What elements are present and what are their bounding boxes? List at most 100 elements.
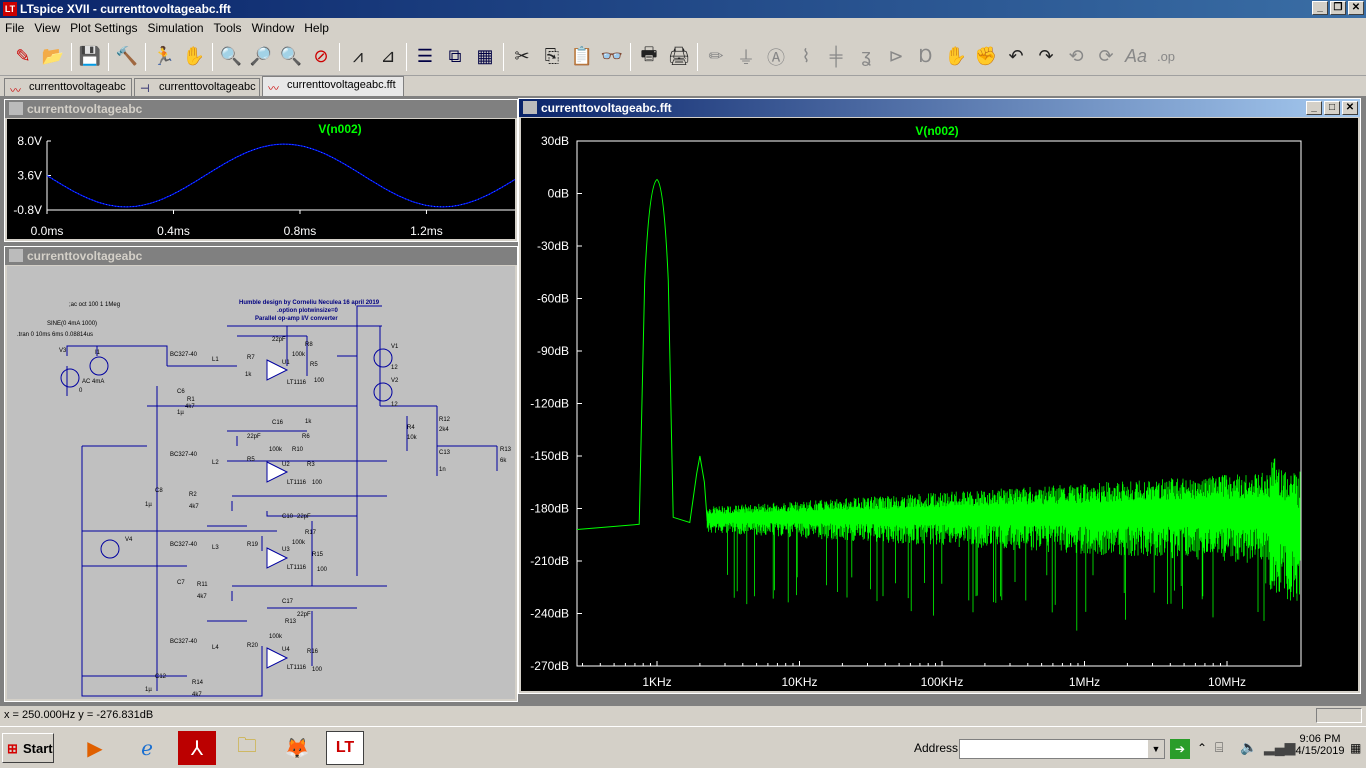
svg-text:R10: R10 — [292, 447, 304, 453]
ltspice-taskbar-icon[interactable]: LT — [326, 731, 364, 765]
zoom-out-icon[interactable]: 🔍 — [276, 42, 306, 72]
fft-trace-noise[interactable] — [706, 458, 1301, 631]
firefox-icon[interactable]: 🦊 — [278, 731, 316, 765]
svg-text:4k7: 4k7 — [192, 692, 202, 698]
paste-icon[interactable]: 📋 — [567, 42, 597, 72]
undo-icon[interactable]: ↶ — [1001, 42, 1031, 72]
copy-icon[interactable]: ⎘ — [537, 42, 567, 72]
clock[interactable]: 9:06 PM 4/15/2019 — [1290, 733, 1350, 757]
close-button[interactable]: ✕ — [1348, 1, 1364, 15]
menu-simulation[interactable]: Simulation — [143, 21, 209, 35]
open-folder-icon[interactable]: 📂 — [38, 42, 68, 72]
svg-text:4k7: 4k7 — [189, 504, 199, 510]
autorange-icon[interactable]: ⩘ — [343, 42, 373, 72]
menu-tools[interactable]: Tools — [209, 21, 247, 35]
trace-line[interactable] — [46, 143, 516, 208]
draw-wire-icon[interactable]: ✏ — [701, 42, 731, 72]
schematic-canvas[interactable]: Humble design by Corneliu Neculea 16 apr… — [7, 266, 515, 699]
fft-trace-fundamental[interactable] — [576, 178, 708, 530]
trace-label[interactable]: V(n002) — [318, 122, 361, 136]
transient-plot-window[interactable]: currenttovoltageabc V(n002) 8.0V 3.6V -0.8V… — [4, 99, 518, 242]
action-center-icon[interactable]: ▦ — [1350, 741, 1361, 755]
svg-text:U3: U3 — [282, 547, 290, 553]
usb-device-icon[interactable]: ⌸ — [1215, 739, 1223, 756]
drag-icon[interactable]: ✊ — [971, 42, 1001, 72]
cut-icon[interactable]: ✂ — [507, 42, 537, 72]
transient-plot[interactable]: V(n002) 8.0V 3.6V -0.8V 0.0ms 0.4ms 0.8ms 1.2ms — [7, 119, 516, 239]
label-net-icon[interactable]: Ⓐ — [761, 42, 791, 72]
cascade-icon[interactable]: ⧉ — [440, 42, 470, 72]
text-icon[interactable]: Aa — [1121, 42, 1151, 72]
volume-icon[interactable]: 🔈 — [1240, 739, 1257, 756]
resistor-icon[interactable]: ⌇ — [791, 42, 821, 72]
acrobat-icon[interactable]: ⅄ — [178, 731, 216, 765]
internet-explorer-icon[interactable]: ℯ — [128, 731, 166, 765]
print-preview-icon[interactable]: 🖶 — [634, 42, 664, 72]
svg-text:LT1116: LT1116 — [287, 480, 307, 486]
show-hidden-icons-icon[interactable]: ⌃ — [1197, 741, 1207, 755]
restore-button[interactable]: ❐ — [1330, 1, 1346, 15]
svg-text:U2: U2 — [282, 462, 290, 468]
spice-directive-icon[interactable]: .op — [1151, 42, 1181, 72]
svg-text:22pF: 22pF — [297, 612, 311, 618]
rotate-icon[interactable]: ⟲ — [1061, 42, 1091, 72]
menu-plot-settings[interactable]: Plot Settings — [65, 21, 142, 35]
pan-icon[interactable]: 🔎 — [246, 42, 276, 72]
fft-plot[interactable]: V(n002) 30dB 0dB -30dB -60dB -90dB -120dB -150d… — [521, 118, 1358, 691]
menu-view[interactable]: View — [29, 21, 65, 35]
schematic-window[interactable]: currenttovoltageabc Humble design by Cor… — [4, 246, 518, 702]
svg-text:R17: R17 — [305, 530, 317, 536]
minimize-button[interactable]: _ — [1312, 1, 1328, 15]
component-icon[interactable]: Ɒ — [911, 42, 941, 72]
trace-label[interactable]: V(n002) — [915, 124, 958, 138]
menu-help[interactable]: Help — [299, 21, 334, 35]
capacitor-icon[interactable]: ╪ — [821, 42, 851, 72]
zoom-in-icon[interactable]: 🔍 — [216, 42, 246, 72]
svg-text:V1: V1 — [391, 344, 399, 350]
fft-plot-window[interactable]: currenttovoltageabc.fft _ □ ✕ V(n002) 30d… — [518, 98, 1361, 694]
run-icon[interactable]: 🏃 — [149, 42, 179, 72]
x-tick-label: 10KHz — [781, 675, 817, 689]
halt-icon[interactable]: ✋ — [179, 42, 209, 72]
svg-text:LT1116: LT1116 — [287, 565, 307, 571]
redo-icon[interactable]: ↷ — [1031, 42, 1061, 72]
start-button[interactable]: ⊞ Start — [2, 733, 54, 763]
chevron-down-icon[interactable]: ▼ — [1148, 740, 1164, 758]
minimize-button[interactable]: _ — [1306, 101, 1322, 115]
x-tick-label: 100KHz — [921, 675, 964, 689]
inductor-icon[interactable]: ʓ — [851, 42, 881, 72]
tile-horizontal-icon[interactable]: ☰ — [410, 42, 440, 72]
control-panel-icon[interactable]: 🔨 — [112, 42, 142, 72]
print-icon[interactable]: 🖨 — [664, 42, 694, 72]
move-icon[interactable]: ✋ — [941, 42, 971, 72]
address-input[interactable]: ▼ — [959, 739, 1165, 759]
transient-chart[interactable]: V(n002) 8.0V 3.6V -0.8V 0.0ms 0.4ms 0.8ms 1.2ms — [7, 119, 516, 239]
tile-vertical-icon[interactable]: ▦ — [470, 42, 500, 72]
ground-icon[interactable]: ⏚ — [731, 42, 761, 72]
fft-chart[interactable]: V(n002) 30dB 0dB -30dB -60dB -90dB -120dB -150d… — [521, 118, 1358, 691]
tab-waveform[interactable]: 〰 currenttovoltageabc — [4, 78, 132, 97]
go-icon[interactable]: ➔ — [1170, 739, 1190, 759]
menu-file[interactable]: File — [0, 21, 29, 35]
svg-text:L3: L3 — [212, 545, 219, 551]
svg-text:22pF: 22pF — [247, 434, 261, 440]
save-icon[interactable]: 💾 — [75, 42, 105, 72]
svg-text:0: 0 — [79, 388, 83, 394]
pick-visible-traces-icon[interactable]: ⊿ — [373, 42, 403, 72]
close-button[interactable]: ✕ — [1342, 101, 1358, 115]
svg-text:2k4: 2k4 — [439, 427, 449, 433]
file-explorer-icon[interactable]: 🗀 — [228, 731, 266, 765]
diode-icon[interactable]: ⊳ — [881, 42, 911, 72]
cursor-readout: x = 250.000Hz y = -276.831dB — [4, 709, 154, 721]
schematic-drawing[interactable]: Humble design by Corneliu Neculea 16 apr… — [7, 266, 515, 699]
find-icon[interactable]: 👓 — [597, 42, 627, 72]
svg-text:U1: U1 — [282, 360, 290, 366]
zoom-cancel-icon[interactable]: ⊘ — [306, 42, 336, 72]
tab-fft[interactable]: 〰 currenttovoltageabc.fft — [262, 76, 404, 96]
media-player-icon[interactable]: ▶ — [76, 731, 114, 765]
new-schematic-icon[interactable]: ✎ — [8, 42, 38, 72]
tab-schematic[interactable]: ⊣ currenttovoltageabc — [134, 78, 260, 96]
maximize-button[interactable]: □ — [1324, 101, 1340, 115]
mirror-icon[interactable]: ⟳ — [1091, 42, 1121, 72]
menu-window[interactable]: Window — [247, 21, 300, 35]
